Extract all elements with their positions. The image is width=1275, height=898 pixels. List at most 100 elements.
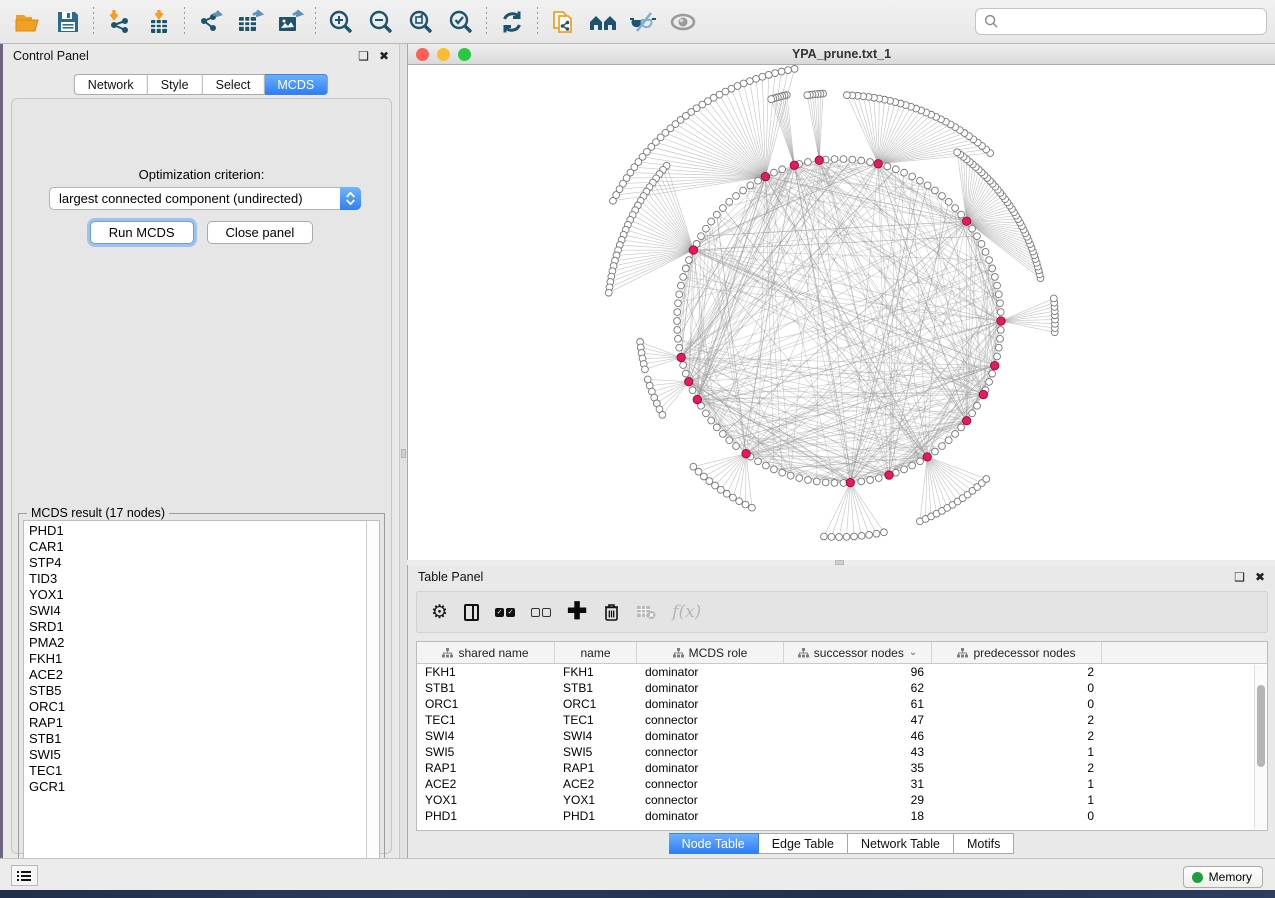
satellite-node[interactable] [742, 501, 749, 508]
ring-node[interactable] [986, 257, 993, 264]
export-image-icon[interactable] [270, 4, 310, 40]
ring-node[interactable] [909, 462, 916, 469]
satellite-node[interactable] [791, 65, 798, 72]
ring-node[interactable] [755, 458, 762, 465]
ring-node[interactable] [994, 282, 1001, 289]
dominator-node[interactable] [979, 390, 987, 398]
refresh-icon[interactable] [492, 4, 532, 40]
satellite-node[interactable] [706, 478, 713, 485]
add-column-icon[interactable]: ✚ [567, 599, 587, 625]
ring-node[interactable] [740, 187, 747, 194]
dominator-node[interactable] [790, 161, 798, 169]
ring-node[interactable] [682, 370, 689, 377]
tab-motifs[interactable]: Motifs [954, 833, 1014, 854]
mcds-result-item[interactable]: TEC1 [29, 763, 361, 779]
dominator-node[interactable] [685, 377, 693, 385]
zoom-out-icon[interactable] [361, 4, 401, 40]
ring-node[interactable] [945, 198, 952, 205]
network-window-titlebar[interactable]: YPA_prune.txt_1 [408, 44, 1275, 65]
dominator-node[interactable] [742, 450, 750, 458]
ring-node[interactable] [676, 291, 683, 298]
mcds-result-item[interactable]: CAR1 [29, 539, 361, 555]
satellite-node[interactable] [843, 533, 850, 540]
ring-node[interactable] [858, 157, 865, 164]
close-panel-button[interactable]: Close panel [207, 221, 314, 244]
ring-node[interactable] [982, 248, 989, 255]
optimization-criterion-select[interactable]: largest connected component (undirected) [49, 187, 361, 210]
vertical-splitter[interactable] [400, 44, 407, 858]
mcds-result-item[interactable]: GCR1 [29, 779, 361, 795]
ring-node[interactable] [676, 344, 683, 351]
table-row[interactable]: FKH1FKH1dominator962 [417, 664, 1267, 680]
satellite-node[interactable] [778, 68, 785, 75]
ring-node[interactable] [997, 327, 1004, 334]
float-table-panel-icon[interactable]: ❑ [1234, 571, 1245, 583]
ring-node[interactable] [733, 443, 740, 450]
satellite-node[interactable] [749, 504, 756, 511]
open-folder-icon[interactable] [8, 4, 48, 40]
ring-node[interactable] [892, 166, 899, 173]
mcds-result-item[interactable]: PMA2 [29, 635, 361, 651]
ring-node[interactable] [831, 480, 838, 487]
ring-node[interactable] [995, 344, 1002, 351]
ring-node[interactable] [713, 211, 720, 218]
ring-node[interactable] [702, 410, 709, 417]
ring-node[interactable] [733, 193, 740, 200]
ring-node[interactable] [997, 335, 1004, 342]
ring-node[interactable] [997, 300, 1004, 307]
satellite-node[interactable] [983, 476, 990, 483]
tab-select[interactable]: Select [203, 74, 265, 95]
tab-mcds[interactable]: MCDS [264, 74, 328, 95]
save-icon[interactable] [48, 4, 88, 40]
ring-node[interactable] [805, 477, 812, 484]
table-row[interactable]: YOX1YOX1connector291 [417, 792, 1267, 808]
table-row[interactable]: PHD1PHD1dominator180 [417, 808, 1267, 824]
tab-network-table[interactable]: Network Table [848, 833, 954, 854]
select-all-checkboxes-icon[interactable]: ✓✓ [495, 599, 515, 625]
mcds-list-scrollbar[interactable] [366, 521, 379, 878]
network-canvas[interactable] [408, 65, 1275, 559]
table-scrollbar[interactable] [1254, 665, 1266, 829]
tab-edge-table[interactable]: Edge Table [759, 833, 848, 854]
ring-node[interactable] [989, 265, 996, 272]
export-network-icon[interactable] [190, 4, 230, 40]
ring-node[interactable] [680, 274, 687, 281]
zoom-selected-icon[interactable] [441, 4, 481, 40]
satellite-node[interactable] [873, 530, 880, 537]
satellite-node[interactable] [772, 70, 779, 77]
ring-node[interactable] [726, 198, 733, 205]
ring-node[interactable] [726, 437, 733, 444]
network-graph[interactable] [408, 65, 1274, 559]
ring-node[interactable] [698, 233, 705, 240]
dominator-node[interactable] [815, 156, 823, 164]
satellite-node[interactable] [851, 533, 858, 540]
ring-node[interactable] [884, 163, 891, 170]
ring-node[interactable] [674, 309, 681, 316]
satellite-node[interactable] [821, 533, 828, 540]
ring-node[interactable] [909, 173, 916, 180]
satellite-node[interactable] [954, 149, 961, 156]
table-row[interactable]: ACE2ACE2connector311 [417, 776, 1267, 792]
ring-node[interactable] [779, 166, 786, 173]
table-row[interactable]: SWI4SWI4dominator462 [417, 728, 1267, 744]
ring-node[interactable] [945, 437, 952, 444]
dominator-node[interactable] [991, 361, 999, 369]
dominator-node[interactable] [761, 172, 769, 180]
ring-node[interactable] [689, 387, 696, 394]
ring-node[interactable] [675, 300, 682, 307]
ring-node[interactable] [932, 187, 939, 194]
mcds-result-item[interactable]: ACE2 [29, 667, 361, 683]
ring-node[interactable] [969, 225, 976, 232]
dominator-node[interactable] [923, 453, 931, 461]
ring-node[interactable] [747, 182, 754, 189]
search-input[interactable] [1005, 14, 1258, 29]
table-scrollbar-thumb[interactable] [1257, 685, 1265, 767]
import-table-icon[interactable] [139, 4, 179, 40]
satellite-node[interactable] [836, 534, 843, 541]
ring-node[interactable] [702, 225, 709, 232]
float-panel-icon[interactable]: ❑ [358, 50, 369, 62]
ring-node[interactable] [932, 448, 939, 455]
satellite-node[interactable] [659, 411, 666, 418]
mcds-result-item[interactable]: STB1 [29, 731, 361, 747]
satellite-node[interactable] [712, 482, 719, 489]
